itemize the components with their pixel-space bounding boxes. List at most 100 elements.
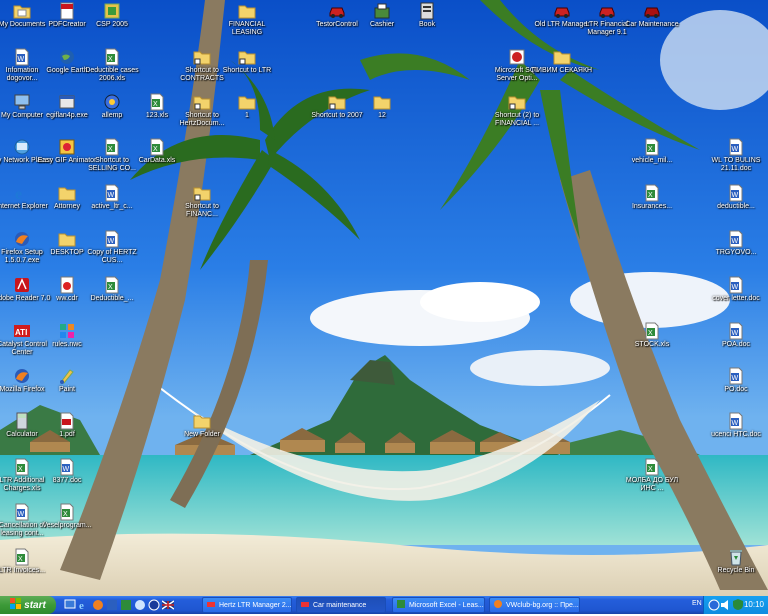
desktop-icon-ucenci-htc[interactable]: W ucenci HTC.doc [704, 412, 768, 439]
svg-text:W: W [108, 238, 115, 245]
firefox-icon [13, 367, 31, 385]
clock[interactable]: 10:10 [744, 600, 764, 609]
desktop-icon-shortcut-financ[interactable]: Shortcut to FINANC... [170, 184, 234, 219]
word-doc-icon: W [727, 184, 745, 202]
icon-label: Deductible cases 2006.xls [85, 67, 139, 82]
quicklaunch-show-desktop-icon[interactable] [64, 598, 76, 611]
desktop-icon-deductible-cases-2006[interactable]: X Deductible cases 2006.xls [80, 48, 144, 83]
desktop-icon-1-pdf[interactable]: 1.pdf [35, 412, 99, 439]
svg-text:W: W [732, 330, 739, 337]
taskbar-button-car-maintenance[interactable]: Car maintenance [296, 597, 386, 613]
desktop-icon-folder-1[interactable]: 1 [215, 93, 279, 120]
desktop-icon-vehicle-mil[interactable]: X vehicle_mil... [620, 138, 684, 165]
desktop-icon-cover-letter[interactable]: W cover letter.doc [704, 276, 768, 303]
desktop-icon-recycle-bin[interactable]: Recycle Bin [704, 548, 768, 575]
desktop-icon-pivim-sekayakn[interactable]: ПИВИМ СЕКАЯКН [530, 48, 594, 75]
uk-flag-icon[interactable] [161, 598, 175, 611]
desktop-icon-8377-doc[interactable]: W 8377.doc [35, 458, 99, 485]
excel-doc-icon: X [643, 184, 661, 202]
icon-label: rules.nwc [52, 341, 82, 348]
icon-label: POA.doc [721, 341, 750, 348]
word-doc-icon: W [727, 412, 745, 430]
desktop-icon-active-ltr[interactable]: W active_ltr_c... [80, 184, 144, 211]
desktop-icon-deductible-xls[interactable]: X Deductible_... [80, 276, 144, 303]
quicklaunch-media-icon[interactable] [148, 598, 160, 611]
desktop-icon-deductible-doc[interactable]: W deductible... [704, 184, 768, 211]
excel-doc-icon: X [643, 138, 661, 156]
start-button[interactable]: start [0, 596, 56, 614]
icon-label: Calculator [6, 431, 38, 438]
desktop-icon-copy-of-hertz-cus[interactable]: W Copy of HERTZ CUS... [80, 230, 144, 265]
folder-shortcut-icon [238, 48, 256, 66]
desktop[interactable]: My Documents My Computer My Network Plac… [0, 0, 768, 596]
desktop-icon-poa-doc[interactable]: W POA.doc [704, 322, 768, 349]
icon-label: ucenci HTC.doc [711, 431, 761, 438]
svg-text:W: W [732, 375, 739, 382]
app-icon [373, 2, 391, 20]
app-icon [58, 138, 76, 156]
icon-label: WL TO BULINS 21.11.doc [711, 157, 761, 172]
word-doc-icon: W [727, 276, 745, 294]
desktop-icon-car-maintenance[interactable]: Car Maintenance [620, 2, 684, 29]
desktop-icon-book[interactable]: Book [395, 2, 459, 29]
word-doc-icon: W [13, 503, 31, 521]
desktop-icon-folder-12[interactable]: 12 [350, 93, 414, 120]
svg-text:W: W [18, 511, 25, 518]
excel-doc-icon: X [13, 458, 31, 476]
desktop-icon-po-doc[interactable]: W PO.doc [704, 367, 768, 394]
word-doc-icon: W [727, 322, 745, 340]
folder-shortcut-icon [193, 184, 211, 202]
volume-icon[interactable] [720, 598, 732, 611]
computer-icon [13, 93, 31, 111]
desktop-icon-new-folder[interactable]: New Folder [170, 412, 234, 439]
taskbar-button-hertz-ltr-manager[interactable]: Hertz LTR Manager 2... [202, 597, 292, 613]
folder-icon [373, 93, 391, 111]
app-icon [103, 2, 121, 20]
excel-doc-icon: X [148, 138, 166, 156]
excel-doc-icon: X [58, 503, 76, 521]
quicklaunch-app-icon[interactable] [134, 598, 146, 611]
help-icon[interactable] [708, 598, 720, 611]
quicklaunch-firefox-icon[interactable] [92, 598, 104, 611]
taskbar-button-label: Microsoft Excel - Leas... [409, 601, 484, 609]
taskbar-button-microsoft-excel[interactable]: Microsoft Excel - Leas... [392, 597, 485, 613]
icon-label: deductible... [717, 203, 755, 210]
car-icon [553, 2, 571, 20]
desktop-icon-veselprogram[interactable]: X Veselprogram... [35, 503, 99, 530]
exe-icon [58, 93, 76, 111]
car-icon [300, 599, 310, 611]
globe-icon [58, 48, 76, 66]
icon-label: TRGYOVO... [715, 249, 757, 256]
icon-label: Paint [59, 386, 75, 393]
quicklaunch-excel-icon[interactable] [120, 598, 132, 611]
icon-label: Copy of HERTZ CUS... [87, 249, 137, 264]
taskbar-button-vwclub-browser[interactable]: VWclub-bg.org :: Пре... [489, 597, 580, 613]
language-indicator[interactable]: EN [692, 600, 702, 607]
desktop-icon-financial-leasing[interactable]: FINANCIAL LEASING [215, 2, 279, 37]
svg-text:ATI: ATI [15, 328, 27, 337]
start-label: start [24, 599, 46, 611]
desktop-icon-rules-nwc[interactable]: rules.nwc [35, 322, 99, 349]
recycle-bin-icon [727, 548, 745, 566]
car-icon [598, 2, 616, 20]
desktop-icon-trgyovo[interactable]: W TRGYOVO... [704, 230, 768, 257]
icon-label: active_ltr_c... [91, 203, 133, 210]
desktop-icon-insurances[interactable]: X Insurances... [620, 184, 684, 211]
icon-label: STOCK.xls [634, 341, 670, 348]
desktop-icon-stock-xls[interactable]: X STOCK.xls [620, 322, 684, 349]
quicklaunch-word-icon[interactable] [106, 598, 118, 611]
icon-label: 8377.doc [52, 477, 82, 484]
desktop-icon-molba-do-bul-ins[interactable]: X МОЛБА ДО БУЛ ИНС ... [620, 458, 684, 493]
quicklaunch-ie-icon[interactable]: e [78, 598, 90, 612]
desktop-icon-ltr-invoices[interactable]: X LTR Invoices... [0, 548, 54, 575]
desktop-icon-csp-2005[interactable]: CSP 2005 [80, 2, 144, 29]
desktop-icon-shortcut-2-financial[interactable]: Shortcut (2) to FINANCIAL ... [485, 93, 549, 128]
security-icon[interactable] [732, 598, 744, 611]
desktop-icon-wl-to-bulins[interactable]: W WL TO BULINS 21.11.doc [704, 138, 768, 173]
desktop-icon-cardata-xls[interactable]: X CarData.xls [125, 138, 189, 165]
desktop-icon-shortcut-ltr[interactable]: Shortcut to LTR [215, 48, 279, 75]
svg-text:W: W [63, 466, 70, 473]
icon-label: Insurances... [631, 203, 673, 210]
car-icon [643, 2, 661, 20]
desktop-icon-paint[interactable]: Paint [35, 367, 99, 394]
